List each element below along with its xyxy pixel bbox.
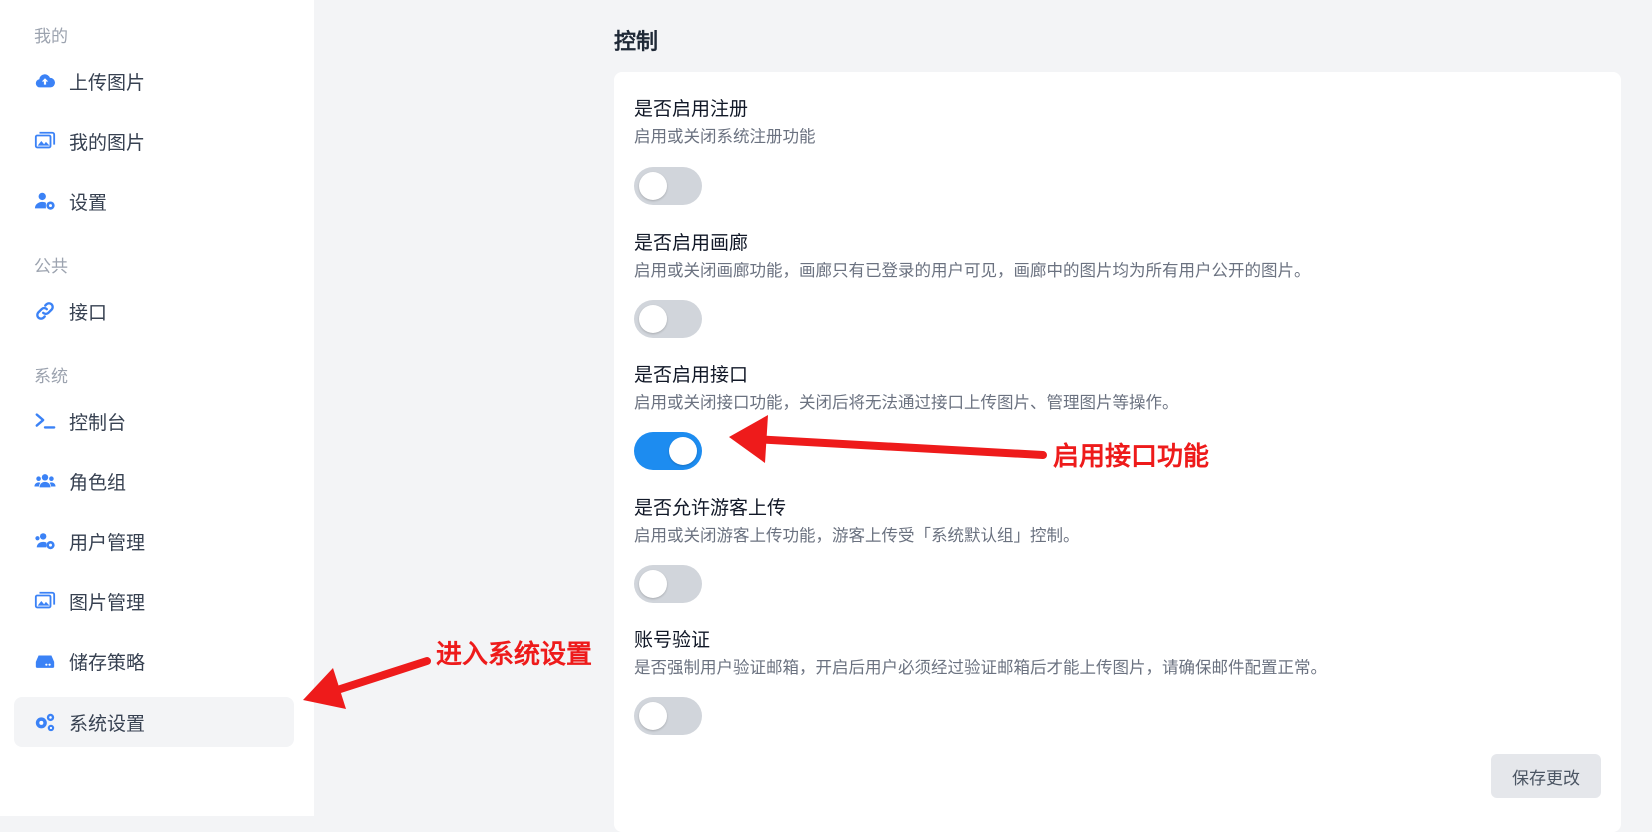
setting-title-registration: 是否启用注册 xyxy=(634,98,749,120)
sidebar-item-label: 我的图片 xyxy=(69,131,146,154)
sidebar-item-label: 储存策略 xyxy=(69,651,146,674)
gears-icon xyxy=(33,710,57,734)
sidebar-item-label: 系统设置 xyxy=(69,712,146,735)
setting-title-guest-upload: 是否允许游客上传 xyxy=(634,497,787,519)
sidebar-item-api[interactable]: 接口 xyxy=(14,286,294,336)
setting-title-gallery: 是否启用画廊 xyxy=(634,232,749,254)
sidebar-item-console[interactable]: 控制台 xyxy=(14,396,294,446)
setting-desc-account-verification: 是否强制用户验证邮箱，开启后用户必须经过验证邮箱后才能上传图片，请确保邮件配置正… xyxy=(634,658,1327,677)
toggle-api[interactable] xyxy=(634,432,702,470)
toggle-knob xyxy=(639,305,667,333)
users-icon xyxy=(33,469,57,493)
sidebar-item-label: 图片管理 xyxy=(69,591,146,614)
sidebar-item-label: 设置 xyxy=(69,191,108,214)
toggle-account-verification[interactable] xyxy=(634,697,702,735)
setting-title-account-verification: 账号验证 xyxy=(634,629,711,651)
sidebar-item-system-settings[interactable]: 系统设置 xyxy=(14,697,294,747)
toggle-gallery[interactable] xyxy=(634,300,702,338)
users-gear-icon xyxy=(33,529,57,553)
setting-desc-registration: 启用或关闭系统注册功能 xyxy=(634,127,816,146)
sidebar: 我的 上传图片 我的图片 设置 公共 接口 系统 控制台 角色组 用户管理 图片… xyxy=(0,0,314,816)
hard-drive-icon xyxy=(33,649,57,673)
sidebar-item-label: 上传图片 xyxy=(69,71,146,94)
save-changes-button[interactable]: 保存更改 xyxy=(1491,754,1601,798)
link-icon xyxy=(33,299,57,323)
sidebar-item-storage-strategy[interactable]: 储存策略 xyxy=(14,636,294,686)
sidebar-item-my-images[interactable]: 我的图片 xyxy=(14,116,294,166)
images-icon xyxy=(33,589,57,613)
sidebar-item-label: 控制台 xyxy=(69,411,127,434)
sidebar-item-upload-image[interactable]: 上传图片 xyxy=(14,56,294,106)
toggle-guest-upload[interactable] xyxy=(634,565,702,603)
user-gear-icon xyxy=(33,189,57,213)
section-title-public: 公共 xyxy=(34,257,68,277)
setting-desc-guest-upload: 启用或关闭游客上传功能，游客上传受「系统默认组」控制。 xyxy=(634,526,1080,545)
toggle-knob xyxy=(639,172,667,200)
toggle-knob xyxy=(639,570,667,598)
sidebar-item-label: 用户管理 xyxy=(69,531,146,554)
toggle-knob xyxy=(669,437,697,465)
sidebar-item-label: 接口 xyxy=(69,301,108,324)
images-icon xyxy=(33,129,57,153)
setting-desc-gallery: 启用或关闭画廊功能，画廊只有已登录的用户可见，画廊中的图片均为所有用户公开的图片… xyxy=(634,261,1311,280)
section-title-mine: 我的 xyxy=(34,27,68,47)
sidebar-item-image-management[interactable]: 图片管理 xyxy=(14,576,294,626)
sidebar-item-user-management[interactable]: 用户管理 xyxy=(14,516,294,566)
sidebar-item-role-groups[interactable]: 角色组 xyxy=(14,456,294,506)
arrow-to-system-settings xyxy=(324,657,431,697)
annotation-enable-api: 启用接口功能 xyxy=(1053,442,1210,472)
setting-title-api: 是否启用接口 xyxy=(634,364,749,386)
terminal-icon xyxy=(33,409,57,433)
sidebar-item-settings[interactable]: 设置 xyxy=(14,176,294,226)
setting-desc-api: 启用或关闭接口功能，关闭后将无法通过接口上传图片、管理图片等操作。 xyxy=(634,393,1179,412)
toggle-knob xyxy=(639,702,667,730)
toggle-registration[interactable] xyxy=(634,167,702,205)
page-title: 控制 xyxy=(614,30,659,55)
sidebar-item-label: 角色组 xyxy=(69,471,127,494)
cloud-upload-icon xyxy=(33,69,57,93)
section-title-system: 系统 xyxy=(34,367,68,387)
annotation-enter-settings: 进入系统设置 xyxy=(436,640,593,670)
